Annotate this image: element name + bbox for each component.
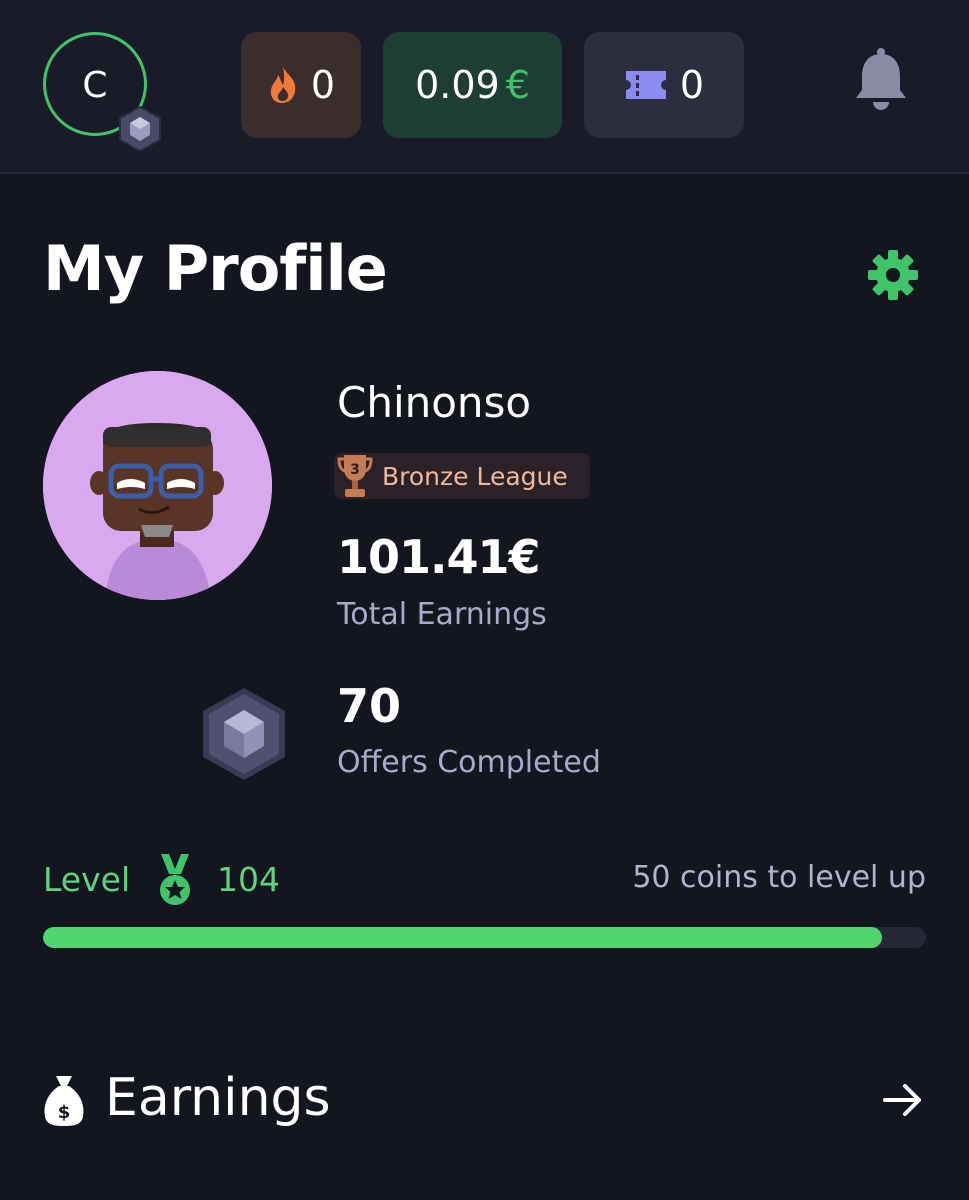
level-label: Level bbox=[43, 860, 131, 899]
ticket-icon bbox=[625, 71, 666, 99]
balance-currency: € bbox=[505, 63, 530, 107]
username: Chinonso bbox=[337, 378, 532, 427]
avatar-letter: C bbox=[82, 65, 108, 106]
level-number: 104 bbox=[217, 860, 280, 899]
streak-counter-button[interactable]: 0 bbox=[241, 32, 361, 138]
page-title: My Profile bbox=[43, 232, 388, 305]
flame-icon bbox=[270, 67, 296, 103]
trophy-icon: 3 bbox=[337, 455, 373, 497]
level-progress-bar bbox=[43, 927, 926, 948]
money-bag-icon: $ bbox=[44, 1076, 84, 1126]
level-hint: 50 coins to level up bbox=[632, 860, 926, 895]
balance-amount: 0.09 bbox=[415, 63, 500, 107]
gear-icon[interactable] bbox=[866, 248, 920, 302]
tickets-counter-button[interactable]: 0 bbox=[584, 32, 744, 138]
section-title: Earnings bbox=[105, 1068, 331, 1128]
top-bar: C 0 0.09 € 0 bbox=[0, 0, 969, 174]
arrow-right-icon[interactable] bbox=[883, 1082, 923, 1118]
bell-icon[interactable] bbox=[852, 46, 910, 112]
balance-button[interactable]: 0.09 € bbox=[383, 32, 562, 138]
league-label: Bronze League bbox=[382, 461, 568, 491]
total-earnings-label: Total Earnings bbox=[337, 597, 547, 632]
character-avatar-icon bbox=[43, 371, 272, 600]
user-avatar-button[interactable]: C bbox=[43, 32, 161, 153]
profile-avatar[interactable] bbox=[43, 371, 272, 600]
level-progress-fill bbox=[43, 927, 882, 948]
earnings-section-link[interactable]: $ Earnings bbox=[43, 1064, 923, 1144]
svg-text:$: $ bbox=[58, 1102, 71, 1123]
gem-icon bbox=[203, 688, 285, 780]
tickets-count: 0 bbox=[679, 63, 705, 107]
offers-completed-value: 70 bbox=[337, 679, 402, 733]
offers-completed-label: Offers Completed bbox=[337, 745, 601, 780]
medal-icon bbox=[160, 854, 190, 905]
total-earnings-value: 101.41€ bbox=[337, 530, 541, 584]
streak-count: 0 bbox=[310, 63, 336, 107]
svg-text:3: 3 bbox=[350, 462, 360, 478]
level-row: Level 104 50 coins to level up bbox=[43, 852, 926, 912]
league-badge[interactable]: 3 Bronze League bbox=[334, 453, 590, 499]
gem-icon bbox=[119, 105, 161, 153]
